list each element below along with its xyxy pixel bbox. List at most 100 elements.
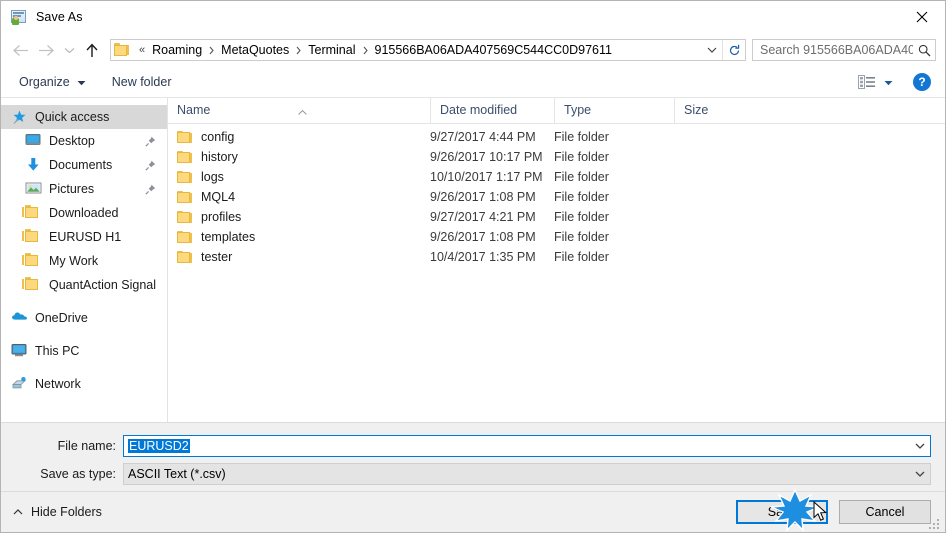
address-bar[interactable]: « Roaming MetaQuotes Terminal 915566BA06… [110,39,746,61]
folder-icon [177,130,193,144]
sidebar-item-this-pc[interactable]: This PC [1,339,167,363]
new-folder-button[interactable]: New folder [108,70,176,94]
refresh-button[interactable] [722,40,745,60]
save-as-dialog: Save As « Roaming MetaQuotes Terminal 91… [0,0,946,533]
save-as-type-select[interactable]: ASCII Text (*.csv) [123,463,931,485]
sidebar-item-label: Quick access [35,110,110,124]
column-header-size[interactable]: Size [674,98,749,123]
sidebar-item-my-work[interactable]: My Work [1,249,167,273]
sidebar-item-onedrive[interactable]: OneDrive [1,306,167,330]
file-type-cell: File folder [554,210,609,224]
sidebar-item-network[interactable]: Network [1,372,167,396]
column-header-date-modified[interactable]: Date modified [430,98,554,123]
change-view-button[interactable] [858,70,893,94]
file-name-label: MQL4 [201,190,236,204]
sidebar-item-documents[interactable]: Documents [1,153,167,177]
window-title: Save As [36,10,83,24]
cancel-button-label: Cancel [865,505,905,519]
file-name-selected-text: EURUSD2 [128,439,190,453]
network-icon [11,376,28,392]
arrow-right-icon [38,44,54,56]
address-dropdown-button[interactable] [702,40,722,60]
folder-icon [114,43,130,57]
back-button[interactable] [7,37,33,63]
file-name-label: File name: [57,439,116,453]
table-row[interactable]: MQL4 9/26/2017 1:08 PM File folder [168,187,945,207]
up-button[interactable] [79,37,105,63]
sidebar-item-downloaded[interactable]: Downloaded [1,201,167,225]
column-header-label: Size [684,103,709,117]
help-icon[interactable]: ? [913,73,931,91]
sidebar-item-label: This PC [35,344,80,358]
file-type-cell: File folder [554,230,609,244]
file-name-value[interactable]: EURUSD2 [124,439,910,453]
refresh-icon [729,44,739,55]
file-name-cell: logs [168,170,430,184]
save-as-icon [11,9,27,25]
desktop-icon [25,133,42,149]
file-date-cell: 9/27/2017 4:21 PM [430,210,536,224]
sidebar-item-desktop[interactable]: Desktop [1,129,167,153]
arrow-left-icon [12,44,28,56]
table-row[interactable]: history 9/26/2017 10:17 PM File folder [168,147,945,167]
sidebar-item-label: My Work [49,254,99,268]
column-header-type[interactable]: Type [554,98,674,123]
sidebar-item-quick-access[interactable]: Quick access [1,105,167,129]
hide-folders-button[interactable]: Hide Folders [13,505,102,519]
chevron-right-icon[interactable] [291,46,306,55]
dialog-body: Quick access Desktop Documents Pictures … [1,98,945,422]
column-header-name[interactable]: Name [168,98,430,123]
search-icon[interactable] [913,44,935,57]
chevron-up-icon [13,509,23,515]
table-row[interactable]: profiles 9/27/2017 4:21 PM File folder [168,207,945,227]
dialog-footer: Hide Folders Save Cancel [1,491,945,532]
table-row[interactable]: config 9/27/2017 4:44 PM File folder [168,127,945,147]
save-as-type-label: Save as type: [40,467,116,481]
file-name-label: profiles [201,210,242,224]
recent-locations-button[interactable] [59,37,79,63]
breadcrumb-item-2[interactable]: Terminal [306,42,357,58]
search-input[interactable]: Search 915566BA06ADA40756... [753,43,913,57]
pin-icon[interactable] [143,160,157,171]
forward-button[interactable] [33,37,59,63]
table-row[interactable]: logs 10/10/2017 1:17 PM File folder [168,167,945,187]
column-header-label: Date modified [440,103,518,117]
save-as-type-row: Save as type: ASCII Text (*.csv) [1,463,945,485]
file-date-cell: 9/27/2017 4:44 PM [430,130,536,144]
breadcrumb-overflow[interactable]: « [134,44,150,56]
sidebar-item-eurusd-h1[interactable]: EURUSD H1 [1,225,167,249]
file-type-cell: File folder [554,130,609,144]
chevron-down-icon[interactable] [910,443,930,449]
close-button[interactable] [899,1,945,32]
navigation-bar: « Roaming MetaQuotes Terminal 915566BA06… [1,33,945,67]
sidebar-item-quantaction-signal[interactable]: QuantAction Signal [1,273,167,297]
chevron-right-icon[interactable] [358,46,373,55]
pictures-icon [25,181,42,197]
breadcrumb-item-0[interactable]: Roaming [150,42,204,58]
title-bar: Save As [1,1,945,33]
pin-icon[interactable] [143,184,157,195]
save-button[interactable]: Save [736,500,828,524]
organize-button[interactable]: Organize [15,70,90,94]
file-name-cell: config [168,130,430,144]
resize-grip-icon[interactable] [929,517,941,529]
chevron-down-icon[interactable] [910,471,930,477]
search-box[interactable]: Search 915566BA06ADA40756... [752,39,936,61]
sidebar-item-label: Pictures [49,182,95,196]
pin-icon[interactable] [143,136,157,147]
breadcrumb-item-3[interactable]: 915566BA06ADA407569C544CC0D97611 [373,42,614,58]
chevron-right-icon[interactable] [204,46,219,55]
file-date-cell: 10/4/2017 1:35 PM [430,250,536,264]
documents-icon [25,157,42,173]
breadcrumb-item-1[interactable]: MetaQuotes [219,42,291,58]
file-type-cell: File folder [554,250,609,264]
file-name-input[interactable]: EURUSD2 [123,435,931,457]
sidebar-item-label: Documents [49,158,113,172]
table-row[interactable]: tester 10/4/2017 1:35 PM File folder [168,247,945,267]
cancel-button[interactable]: Cancel [839,500,931,524]
table-row[interactable]: templates 9/26/2017 1:08 PM File folder [168,227,945,247]
column-header-label: Type [564,103,592,117]
folder-icon [21,205,42,221]
sort-ascending-icon [298,99,307,115]
sidebar-item-pictures[interactable]: Pictures [1,177,167,201]
